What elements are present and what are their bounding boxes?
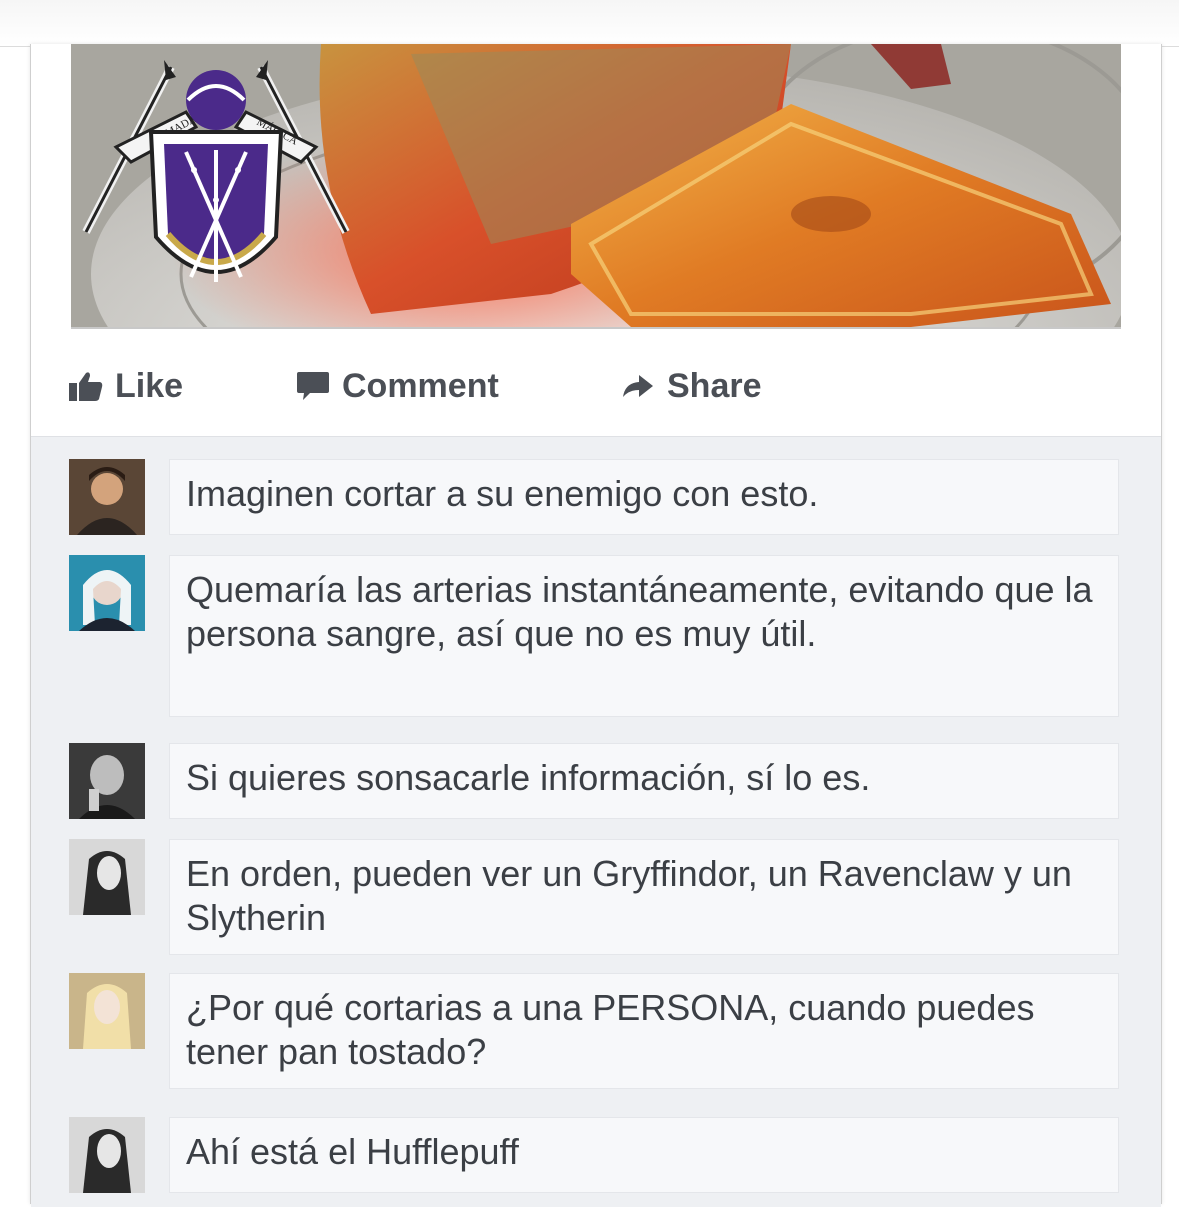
comment-label: Comment [342, 366, 499, 405]
magic-army-crest: ARMADA MÁGICA [82, 60, 350, 282]
comment-bubble: Imaginen cortar a su enemigo con esto. [169, 459, 1119, 535]
speech-bubble-icon [296, 371, 330, 401]
comment-text: ¿Por qué cortarias a una PERSONA, cuando… [186, 987, 1035, 1072]
comment-text: Ahí está el Hufflepuff [186, 1131, 519, 1172]
avatar[interactable] [69, 1117, 145, 1193]
comment-text: Si quieres sonsacarle información, sí lo… [186, 757, 871, 798]
comment-text: En orden, pueden ver un Gryffindor, un R… [186, 853, 1072, 938]
avatar[interactable] [69, 459, 145, 535]
share-arrow-icon [621, 371, 655, 401]
like-label: Like [115, 366, 184, 405]
share-label: Share [667, 366, 762, 405]
comment-bubble: Si quieres sonsacarle información, sí lo… [169, 743, 1119, 819]
post-card: ARMADA MÁGICA Like [30, 44, 1162, 1207]
avatar[interactable] [69, 555, 145, 631]
post-actions-bar: Like Comment Share [31, 344, 1161, 434]
avatar[interactable] [69, 743, 145, 819]
thumbs-up-icon [69, 371, 103, 401]
share-button[interactable]: Share [621, 364, 762, 408]
comment-button[interactable]: Comment [296, 364, 499, 408]
top-border [0, 0, 1179, 47]
comment-bubble: En orden, pueden ver un Gryffindor, un R… [169, 839, 1119, 955]
comment-bubble: Ahí está el Hufflepuff [169, 1117, 1119, 1193]
avatar[interactable] [69, 973, 145, 1049]
comment-text: Quemaría las arterias instantáneamente, … [186, 569, 1093, 654]
like-button[interactable]: Like [69, 364, 183, 408]
comment-bubble: Quemaría las arterias instantáneamente, … [169, 555, 1119, 717]
comment-text: Imaginen cortar a su enemigo con esto. [186, 473, 819, 514]
avatar[interactable] [69, 839, 145, 915]
post-image: ARMADA MÁGICA [71, 44, 1121, 329]
comment-bubble: ¿Por qué cortarias a una PERSONA, cuando… [169, 973, 1119, 1089]
comments-section: Imaginen cortar a su enemigo con esto. Q… [31, 436, 1161, 1207]
